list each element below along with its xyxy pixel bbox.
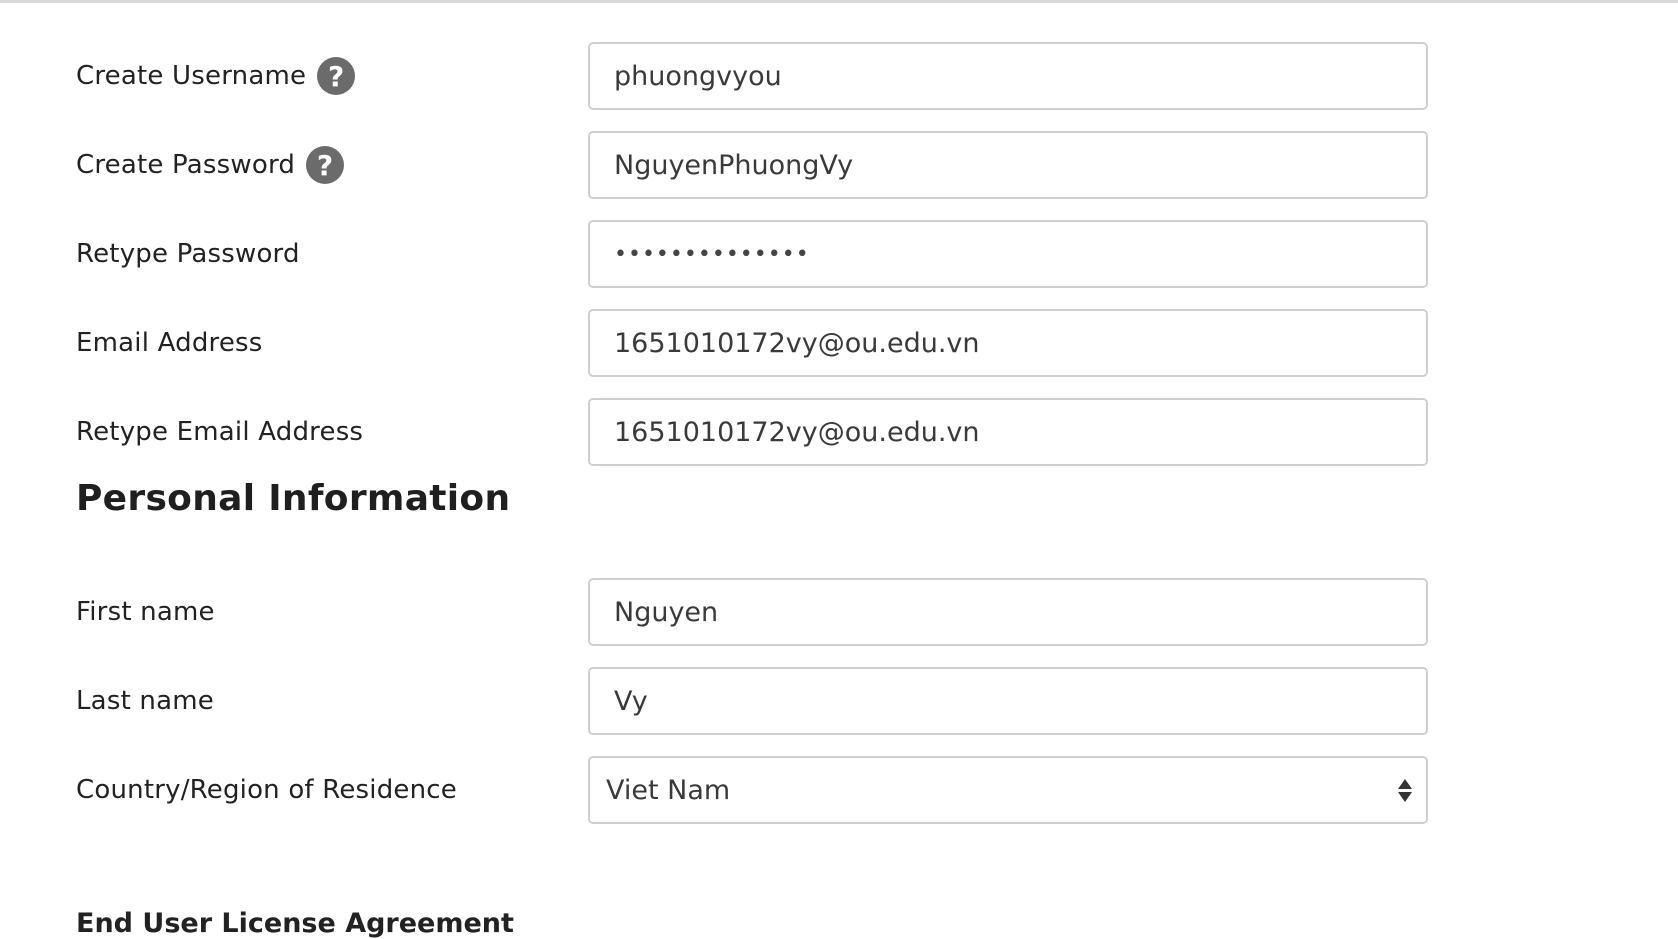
country-row: Country/Region of Residence Viet Nam	[0, 756, 1678, 824]
password-help-icon[interactable]: ?	[306, 146, 345, 184]
retype-password-label: Retype Password	[76, 239, 300, 269]
password-label-text: Create Password	[76, 150, 296, 180]
top-divider	[0, 0, 1678, 3]
username-label: Create Username ?	[76, 42, 356, 110]
email-input[interactable]: 1651010172vy@ou.edu.vn	[588, 309, 1428, 377]
username-help-icon[interactable]: ?	[317, 57, 356, 95]
password-input[interactable]: NguyenPhuongVy	[588, 131, 1428, 199]
username-input[interactable]: phuongvyou	[588, 42, 1428, 110]
first-name-row: First name Nguyen	[0, 578, 1678, 646]
email-row: Email Address 1651010172vy@ou.edu.vn	[0, 309, 1678, 377]
password-value: NguyenPhuongVy	[614, 149, 854, 181]
retype-email-row: Retype Email Address 1651010172vy@ou.edu…	[0, 398, 1678, 466]
retype-password-row: Retype Password ••••••••••••••	[0, 220, 1678, 288]
username-value: phuongvyou	[614, 60, 782, 92]
retype-password-value: ••••••••••••••	[614, 241, 810, 267]
last-name-input[interactable]: Vy	[588, 667, 1428, 735]
retype-password-input[interactable]: ••••••••••••••	[588, 220, 1428, 288]
last-name-row: Last name Vy	[0, 667, 1678, 735]
first-name-value: Nguyen	[614, 596, 719, 628]
username-row: Create Username ? phuongvyou	[0, 42, 1678, 110]
personal-information-heading: Personal Information	[76, 478, 511, 519]
select-arrows-icon	[1398, 778, 1412, 802]
password-label: Create Password ?	[76, 131, 345, 199]
country-value: Viet Nam	[606, 774, 731, 806]
country-select[interactable]: Viet Nam	[588, 756, 1428, 824]
username-label-text: Create Username	[76, 61, 307, 91]
retype-email-label: Retype Email Address	[76, 417, 364, 447]
first-name-input[interactable]: Nguyen	[588, 578, 1428, 646]
last-name-value: Vy	[614, 685, 648, 717]
last-name-label: Last name	[76, 686, 214, 716]
email-value: 1651010172vy@ou.edu.vn	[614, 327, 980, 359]
first-name-label: First name	[76, 597, 215, 627]
email-label: Email Address	[76, 328, 263, 358]
password-row: Create Password ? NguyenPhuongVy	[0, 131, 1678, 199]
country-label: Country/Region of Residence	[76, 775, 457, 805]
retype-email-input[interactable]: 1651010172vy@ou.edu.vn	[588, 398, 1428, 466]
retype-email-value: 1651010172vy@ou.edu.vn	[614, 416, 980, 448]
